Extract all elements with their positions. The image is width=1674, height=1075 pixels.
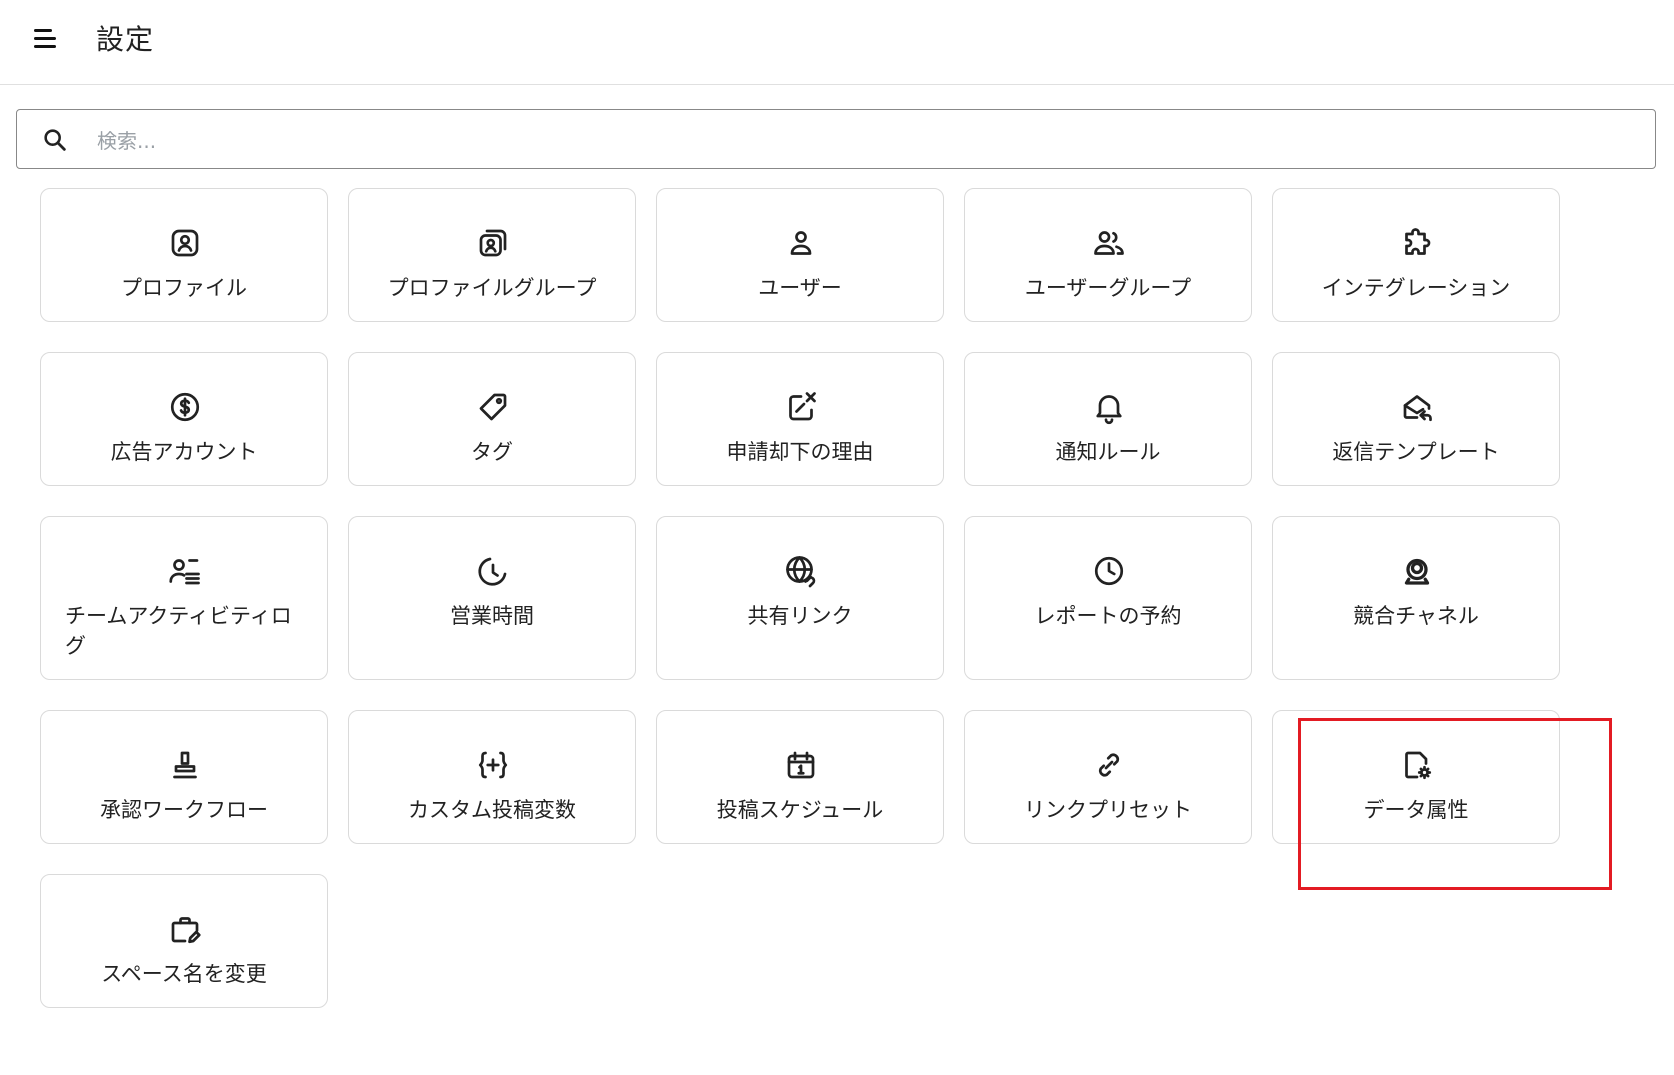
card-label: プロファイル <box>121 276 247 300</box>
moon-clock-icon <box>475 553 511 589</box>
settings-card-data-attribute[interactable]: データ属性 <box>1272 710 1560 844</box>
profile-group-icon <box>475 225 511 261</box>
card-label: 承認ワークフロー <box>100 798 268 822</box>
puzzle-icon <box>1399 225 1435 261</box>
profile-icon <box>167 225 203 261</box>
hamburger-menu-icon[interactable] <box>30 24 60 54</box>
card-label: カスタム投稿変数 <box>408 798 576 822</box>
globe-link-icon <box>783 553 819 589</box>
settings-card-ad-account[interactable]: 広告アカウント <box>40 352 328 486</box>
page-title: 設定 <box>96 23 155 56</box>
card-label: リンクプリセット <box>1024 798 1192 822</box>
card-label: ユーザーグループ <box>1024 276 1192 300</box>
card-label: 投稿スケジュール <box>716 798 884 822</box>
settings-card-team-activity-log[interactable]: チームアクティビティログ <box>40 516 328 680</box>
settings-card-tag[interactable]: タグ <box>348 352 636 486</box>
settings-card-approval-workflow[interactable]: 承認ワークフロー <box>40 710 328 844</box>
settings-card-reply-template[interactable]: 返信テンプレート <box>1272 352 1560 486</box>
settings-card-integration[interactable]: インテグレーション <box>1272 188 1560 322</box>
settings-card-rename-space[interactable]: スペース名を変更 <box>40 874 328 1008</box>
card-label: レポートの予約 <box>1034 604 1182 628</box>
top-bar: 設定 <box>0 0 1674 85</box>
settings-card-competitor-channel[interactable]: 競合チャネル <box>1272 516 1560 680</box>
card-label: 返信テンプレート <box>1332 440 1500 464</box>
card-label: チームアクティビティログ <box>65 604 292 658</box>
settings-card-profile-group[interactable]: プロファイルグループ <box>348 188 636 322</box>
settings-card-custom-post-variable[interactable]: カスタム投稿変数 <box>348 710 636 844</box>
settings-card-profile[interactable]: プロファイル <box>40 188 328 322</box>
search-input[interactable] <box>95 122 1599 160</box>
user-group-icon <box>1091 225 1127 261</box>
clock-icon <box>1091 553 1127 589</box>
card-label: ユーザー <box>758 276 842 300</box>
mail-reply-icon <box>1399 389 1435 425</box>
search-bar[interactable] <box>16 109 1656 169</box>
search-icon <box>44 129 66 151</box>
settings-card-link-preset[interactable]: リンクプリセット <box>964 710 1252 844</box>
card-label: 申請却下の理由 <box>726 440 874 464</box>
card-label: 営業時間 <box>450 604 534 628</box>
braces-plus-icon <box>475 747 511 783</box>
card-label: タグ <box>471 440 513 464</box>
tag-icon <box>475 389 511 425</box>
card-label: 広告アカウント <box>110 440 258 464</box>
card-label: スペース名を変更 <box>101 962 267 986</box>
team-activity-icon <box>167 553 203 589</box>
settings-card-reject-reason[interactable]: 申請却下の理由 <box>656 352 944 486</box>
settings-card-business-hours[interactable]: 営業時間 <box>348 516 636 680</box>
stamp-icon <box>167 747 203 783</box>
settings-card-post-schedule[interactable]: 投稿スケジュール <box>656 710 944 844</box>
user-icon <box>783 225 819 261</box>
competitor-icon <box>1399 553 1435 589</box>
settings-card-user-group[interactable]: ユーザーグループ <box>964 188 1252 322</box>
dollar-icon <box>167 389 203 425</box>
settings-card-notification-rule[interactable]: 通知ルール <box>964 352 1252 486</box>
file-gear-icon <box>1399 747 1435 783</box>
card-label: 競合チャネル <box>1353 604 1479 628</box>
calendar-icon <box>783 747 819 783</box>
settings-card-user[interactable]: ユーザー <box>656 188 944 322</box>
reject-icon <box>783 389 819 425</box>
settings-card-shared-link[interactable]: 共有リンク <box>656 516 944 680</box>
card-label: データ属性 <box>1363 798 1469 822</box>
bell-icon <box>1091 389 1127 425</box>
card-label: 通知ルール <box>1055 440 1161 464</box>
card-label: 共有リンク <box>747 604 853 628</box>
briefcase-edit-icon <box>167 911 203 947</box>
card-label: プロファイルグループ <box>387 276 597 300</box>
link-icon <box>1091 747 1127 783</box>
settings-card-report-schedule[interactable]: レポートの予約 <box>964 516 1252 680</box>
card-label: インテグレーション <box>1321 276 1511 300</box>
